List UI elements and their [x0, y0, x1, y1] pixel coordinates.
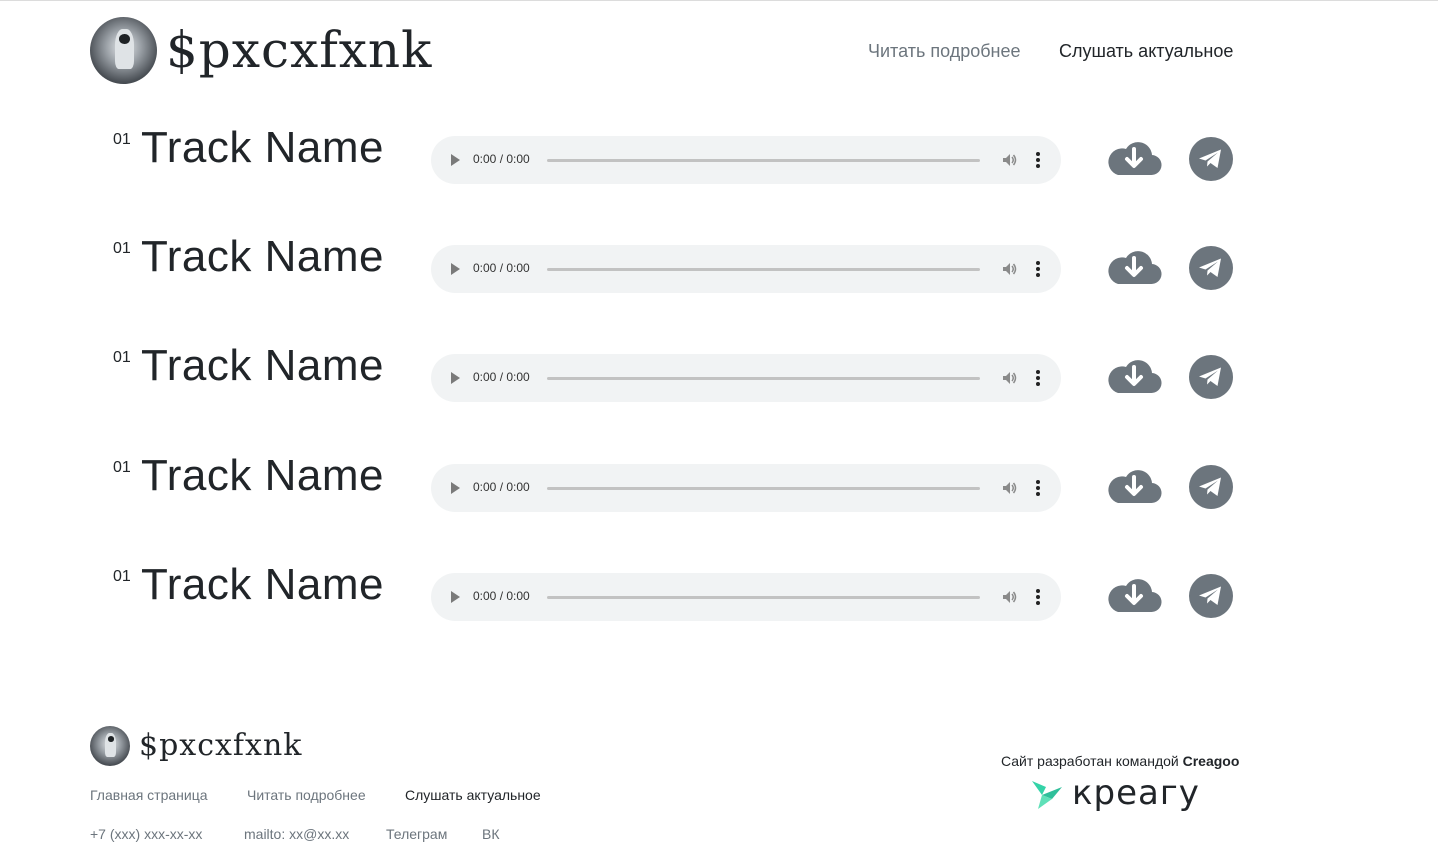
volume-icon[interactable]	[1001, 152, 1017, 168]
footer-email[interactable]: mailto: xx@xx.xx	[244, 826, 349, 842]
footer-nav-home[interactable]: Главная страница	[90, 787, 208, 803]
time-display: 0:00 / 0:00	[473, 480, 530, 494]
footer-vk-link[interactable]: ВК	[482, 826, 500, 842]
progress-bar[interactable]	[547, 596, 980, 599]
play-icon[interactable]	[451, 591, 460, 603]
nav-listen-latest[interactable]: Слушать актуальное	[1059, 41, 1233, 62]
footer-nav-listen-latest[interactable]: Слушать актуальное	[405, 787, 541, 803]
audio-player[interactable]: 0:00 / 0:00	[431, 354, 1061, 402]
logo-avatar[interactable]	[90, 17, 157, 84]
time-display: 0:00 / 0:00	[473, 589, 530, 603]
telegram-icon[interactable]	[1189, 355, 1233, 399]
audio-player[interactable]: 0:00 / 0:00	[431, 245, 1061, 293]
telegram-icon[interactable]	[1189, 574, 1233, 618]
footer-phone[interactable]: +7 (xxx) xxx-xx-xx	[90, 826, 202, 842]
telegram-icon[interactable]	[1189, 246, 1233, 290]
play-icon[interactable]	[451, 263, 460, 275]
cloud-download-icon[interactable]	[1105, 135, 1163, 179]
progress-bar[interactable]	[547, 159, 980, 162]
track-name: Track Name	[141, 560, 384, 609]
play-icon[interactable]	[451, 482, 460, 494]
footer-logo-avatar[interactable]	[90, 726, 130, 766]
track-name: Track Name	[141, 232, 384, 281]
time-display: 0:00 / 0:00	[473, 152, 530, 166]
more-options-icon[interactable]	[1035, 588, 1041, 606]
footer-telegram-link[interactable]: Телеграм	[386, 826, 447, 842]
credit-prefix: Сайт разработан командой	[1001, 753, 1179, 769]
track-number: 01	[113, 459, 131, 476]
track-row: 01 Track Name 0:00 / 0:00	[0, 341, 1438, 427]
developer-credit: Сайт разработан командой Creagoo	[1001, 753, 1239, 769]
more-options-icon[interactable]	[1035, 151, 1041, 169]
more-options-icon[interactable]	[1035, 369, 1041, 387]
time-display: 0:00 / 0:00	[473, 370, 530, 384]
credit-brand[interactable]: Creagoo	[1183, 753, 1240, 769]
footer-nav-read-more[interactable]: Читать подробнее	[247, 787, 366, 803]
telegram-icon[interactable]	[1189, 137, 1233, 181]
more-options-icon[interactable]	[1035, 260, 1041, 278]
cloud-download-icon[interactable]	[1105, 353, 1163, 397]
track-number: 01	[113, 240, 131, 257]
volume-icon[interactable]	[1001, 370, 1017, 386]
audio-player[interactable]: 0:00 / 0:00	[431, 136, 1061, 184]
play-icon[interactable]	[451, 154, 460, 166]
footer-logo-text[interactable]: $pxcxfxnk	[139, 728, 302, 763]
telegram-icon[interactable]	[1189, 465, 1233, 509]
track-name: Track Name	[141, 451, 384, 500]
cloud-download-icon[interactable]	[1105, 572, 1163, 616]
play-icon[interactable]	[451, 372, 460, 384]
logo-text[interactable]: $pxcxfxnk	[166, 21, 432, 79]
track-number: 01	[113, 131, 131, 148]
volume-icon[interactable]	[1001, 480, 1017, 496]
audio-player[interactable]: 0:00 / 0:00	[431, 573, 1061, 621]
nav-read-more[interactable]: Читать подробнее	[868, 41, 1021, 62]
track-row: 01 Track Name 0:00 / 0:00	[0, 232, 1438, 318]
track-row: 01 Track Name 0:00 / 0:00	[0, 451, 1438, 537]
time-display: 0:00 / 0:00	[473, 261, 530, 275]
cloud-download-icon[interactable]	[1105, 244, 1163, 288]
creagoo-wordmark: креагу	[1072, 773, 1200, 813]
progress-bar[interactable]	[547, 268, 980, 271]
track-name: Track Name	[141, 123, 384, 172]
track-name: Track Name	[141, 341, 384, 390]
track-number: 01	[113, 349, 131, 366]
progress-bar[interactable]	[547, 377, 980, 380]
track-row: 01 Track Name 0:00 / 0:00	[0, 560, 1438, 646]
creagoo-mark-icon	[1032, 781, 1062, 809]
progress-bar[interactable]	[547, 487, 980, 490]
track-number: 01	[113, 568, 131, 585]
track-row: 01 Track Name 0:00 / 0:00	[0, 123, 1438, 209]
creagoo-logo[interactable]: креагу	[1028, 773, 1233, 815]
more-options-icon[interactable]	[1035, 479, 1041, 497]
volume-icon[interactable]	[1001, 261, 1017, 277]
volume-icon[interactable]	[1001, 589, 1017, 605]
cloud-download-icon[interactable]	[1105, 463, 1163, 507]
audio-player[interactable]: 0:00 / 0:00	[431, 464, 1061, 512]
